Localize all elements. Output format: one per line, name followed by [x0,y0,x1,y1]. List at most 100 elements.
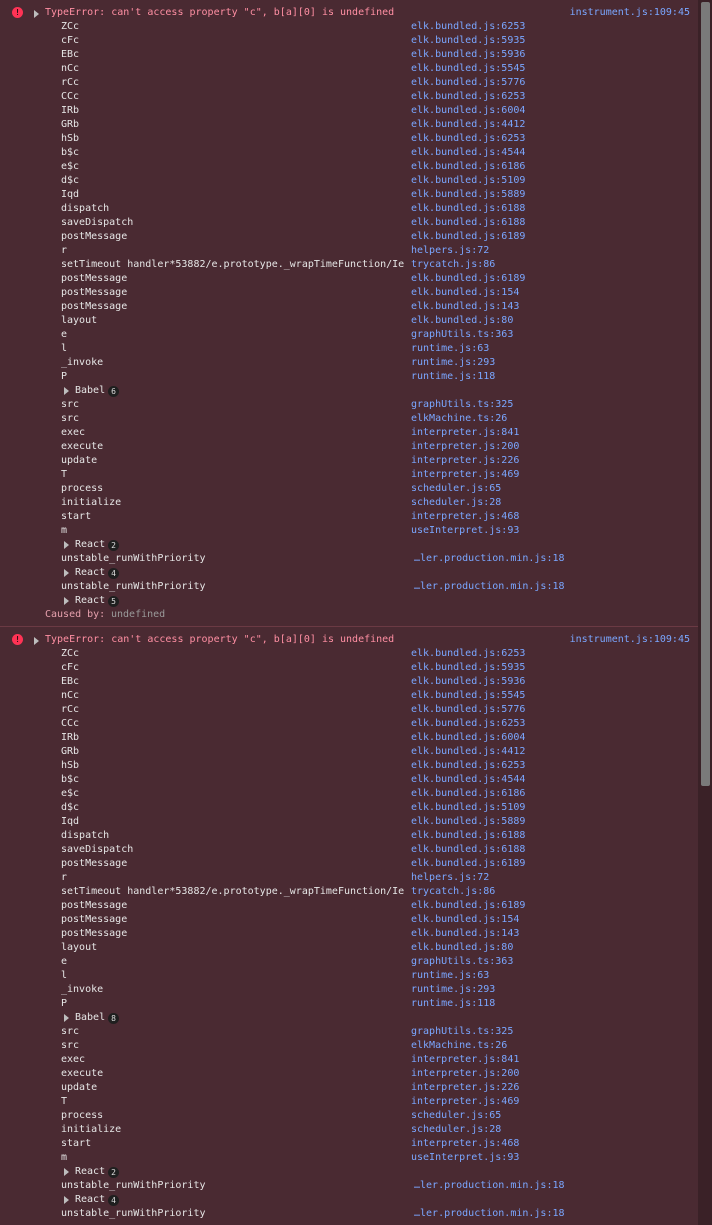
stack-group-react[interactable]: React 4 [0,1193,698,1207]
stack-frame-function: unstable_runWithPriority [61,1180,206,1191]
stack-frame-source-link[interactable]: elkMachine.ts:26 [411,1039,507,1053]
expand-triangle-icon[interactable] [64,1196,69,1204]
console-scrollbar[interactable] [698,0,712,1225]
stack-frame-source-link[interactable]: elk.bundled.js:6188 [411,843,525,857]
stack-frame-source-link[interactable]: trycatch.js:86 [411,885,495,899]
stack-frame-source-link[interactable]: elk.bundled.js:4544 [411,773,525,787]
stack-frame-source-link[interactable]: elk.bundled.js:5545 [411,62,525,76]
stack-frame-source-link[interactable]: elk.bundled.js:5889 [411,188,525,202]
stack-frame-source-link[interactable]: elk.bundled.js:5109 [411,174,525,188]
stack-frame-source-link[interactable]: elk.bundled.js:6253 [411,759,525,773]
stack-frame-source-link[interactable]: elkMachine.ts:26 [411,412,507,426]
stack-frame-source-link[interactable]: elk.bundled.js:6186 [411,787,525,801]
stack-frame-source-link[interactable]: elk.bundled.js:6189 [411,272,525,286]
stack-frame-source-link[interactable]: scheduler.js:28 [411,1123,501,1137]
stack-group-react[interactable]: React 4 [0,566,698,580]
stack-frame-source-link[interactable]: elk.bundled.js:6253 [411,20,525,34]
stack-frame-source-link[interactable]: elk.bundled.js:6253 [411,647,525,661]
error-source-link[interactable]: instrument.js:109:45 [570,7,690,18]
stack-frame-source-link[interactable]: elk.bundled.js:4544 [411,146,525,160]
stack-frame-source-link[interactable]: interpreter.js:468 [411,510,519,524]
stack-frame-source-link[interactable]: graphUtils.ts:325 [411,398,513,412]
stack-frame-source-link[interactable]: runtime.js:293 [411,983,495,997]
stack-frame-source-link[interactable]: elk.bundled.js:5935 [411,661,525,675]
stack-frame-source-link[interactable]: interpreter.js:469 [411,1095,519,1109]
stack-frame-source-link[interactable]: elk.bundled.js:5109 [411,801,525,815]
stack-group-react[interactable]: React 2 [0,538,698,552]
expand-triangle-icon[interactable] [64,541,69,549]
stack-frame-source-link[interactable]: elk.bundled.js:5776 [411,703,525,717]
stack-group-babel[interactable]: Babel 6 [0,384,698,398]
stack-frame-source-link[interactable]: …ler.production.min.js:18 [414,1179,565,1193]
stack-frame-source-link[interactable]: scheduler.js:65 [411,1109,501,1123]
error-source-link[interactable]: instrument.js:109:45 [570,634,690,645]
stack-frame-source-link[interactable]: runtime.js:118 [411,997,495,1011]
stack-frame-source-link[interactable]: useInterpret.js:93 [411,524,519,538]
expand-triangle-icon[interactable] [64,1168,69,1176]
scrollbar-thumb[interactable] [701,2,710,786]
stack-frame-source-link[interactable]: …ler.production.min.js:18 [414,580,565,594]
stack-frame-source-link[interactable]: elk.bundled.js:143 [411,300,519,314]
stack-frame-source-link[interactable]: elk.bundled.js:6188 [411,829,525,843]
stack-frame-source-link[interactable]: interpreter.js:226 [411,454,519,468]
stack-frame-source-link[interactable]: elk.bundled.js:80 [411,941,513,955]
stack-frame-source-link[interactable]: helpers.js:72 [411,244,489,258]
stack-frame-source-link[interactable]: elk.bundled.js:6189 [411,857,525,871]
stack-frame-source-link[interactable]: interpreter.js:468 [411,1137,519,1151]
stack-frame-source-link[interactable]: interpreter.js:841 [411,1053,519,1067]
stack-frame-source-link[interactable]: elk.bundled.js:80 [411,314,513,328]
stack-frame-source-link[interactable]: elk.bundled.js:6188 [411,216,525,230]
stack-frame-source-link[interactable]: elk.bundled.js:4412 [411,118,525,132]
stack-frame-source-link[interactable]: scheduler.js:65 [411,482,501,496]
stack-frame-source-link[interactable]: elk.bundled.js:5889 [411,815,525,829]
stack-frame-source-link[interactable]: elk.bundled.js:6188 [411,202,525,216]
expand-triangle-icon[interactable] [64,597,69,605]
stack-frame-source-link[interactable]: elk.bundled.js:143 [411,927,519,941]
stack-frame-source-link[interactable]: …ler.production.min.js:18 [414,552,565,566]
stack-frame-source-link[interactable]: elk.bundled.js:6189 [411,899,525,913]
stack-group-babel[interactable]: Babel 8 [0,1011,698,1025]
expand-triangle-icon[interactable] [64,569,69,577]
stack-frame-source-link[interactable]: interpreter.js:200 [411,440,519,454]
stack-frame-source-link[interactable]: elk.bundled.js:5936 [411,48,525,62]
stack-frame-source-link[interactable]: elk.bundled.js:5776 [411,76,525,90]
stack-frame-source-link[interactable]: elk.bundled.js:4412 [411,745,525,759]
stack-frame-source-link[interactable]: …ler.production.min.js:18 [414,1207,565,1221]
stack-frame-source-link[interactable]: helpers.js:72 [411,871,489,885]
expand-triangle-icon[interactable] [64,1014,69,1022]
stack-frame-source-link[interactable]: trycatch.js:86 [411,258,495,272]
stack-frame-source-link[interactable]: runtime.js:63 [411,342,489,356]
stack-frame-source-link[interactable]: runtime.js:63 [411,969,489,983]
error-header[interactable]: ! TypeError: can't access property "c", b… [0,0,698,20]
stack-frame-source-link[interactable]: elk.bundled.js:5936 [411,675,525,689]
stack-frame-source-link[interactable]: interpreter.js:226 [411,1081,519,1095]
stack-frame-source-link[interactable]: elk.bundled.js:5545 [411,689,525,703]
error-header[interactable]: ! TypeError: can't access property "c", b… [0,627,698,647]
stack-frame-source-link[interactable]: elk.bundled.js:6253 [411,717,525,731]
stack-frame-source-link[interactable]: elk.bundled.js:6004 [411,731,525,745]
stack-frame-source-link[interactable]: elk.bundled.js:6253 [411,132,525,146]
stack-frame-source-link[interactable]: graphUtils.ts:363 [411,328,513,342]
stack-frame-source-link[interactable]: interpreter.js:200 [411,1067,519,1081]
expand-triangle-icon[interactable] [64,387,69,395]
expand-triangle-icon[interactable] [34,10,39,18]
stack-frame-source-link[interactable]: useInterpret.js:93 [411,1151,519,1165]
stack-frame-source-link[interactable]: elk.bundled.js:6004 [411,104,525,118]
stack-frame-source-link[interactable]: elk.bundled.js:6189 [411,230,525,244]
stack-frame-source-link[interactable]: elk.bundled.js:6186 [411,160,525,174]
stack-frame-source-link[interactable]: elk.bundled.js:154 [411,286,519,300]
stack-frame-source-link[interactable]: elk.bundled.js:154 [411,913,519,927]
stack-group-react[interactable]: React 5 [0,594,698,608]
stack-frame-source-link[interactable]: elk.bundled.js:5935 [411,34,525,48]
stack-frame-source-link[interactable]: runtime.js:118 [411,370,495,384]
stack-frame-source-link[interactable]: graphUtils.ts:325 [411,1025,513,1039]
stack-group-react[interactable]: React 2 [0,1165,698,1179]
stack-frame-source-link[interactable]: graphUtils.ts:363 [411,955,513,969]
stack-frame-source-link[interactable]: scheduler.js:28 [411,496,501,510]
stack-frame-source-link[interactable]: runtime.js:293 [411,356,495,370]
stack-frame-source-link[interactable]: interpreter.js:841 [411,426,519,440]
stack-frame-source-link[interactable]: elk.bundled.js:6253 [411,90,525,104]
stack-frame-source-link[interactable]: interpreter.js:469 [411,468,519,482]
expand-triangle-icon[interactable] [34,637,39,645]
error-message: TypeError: can't access property "c", b[… [45,7,395,18]
